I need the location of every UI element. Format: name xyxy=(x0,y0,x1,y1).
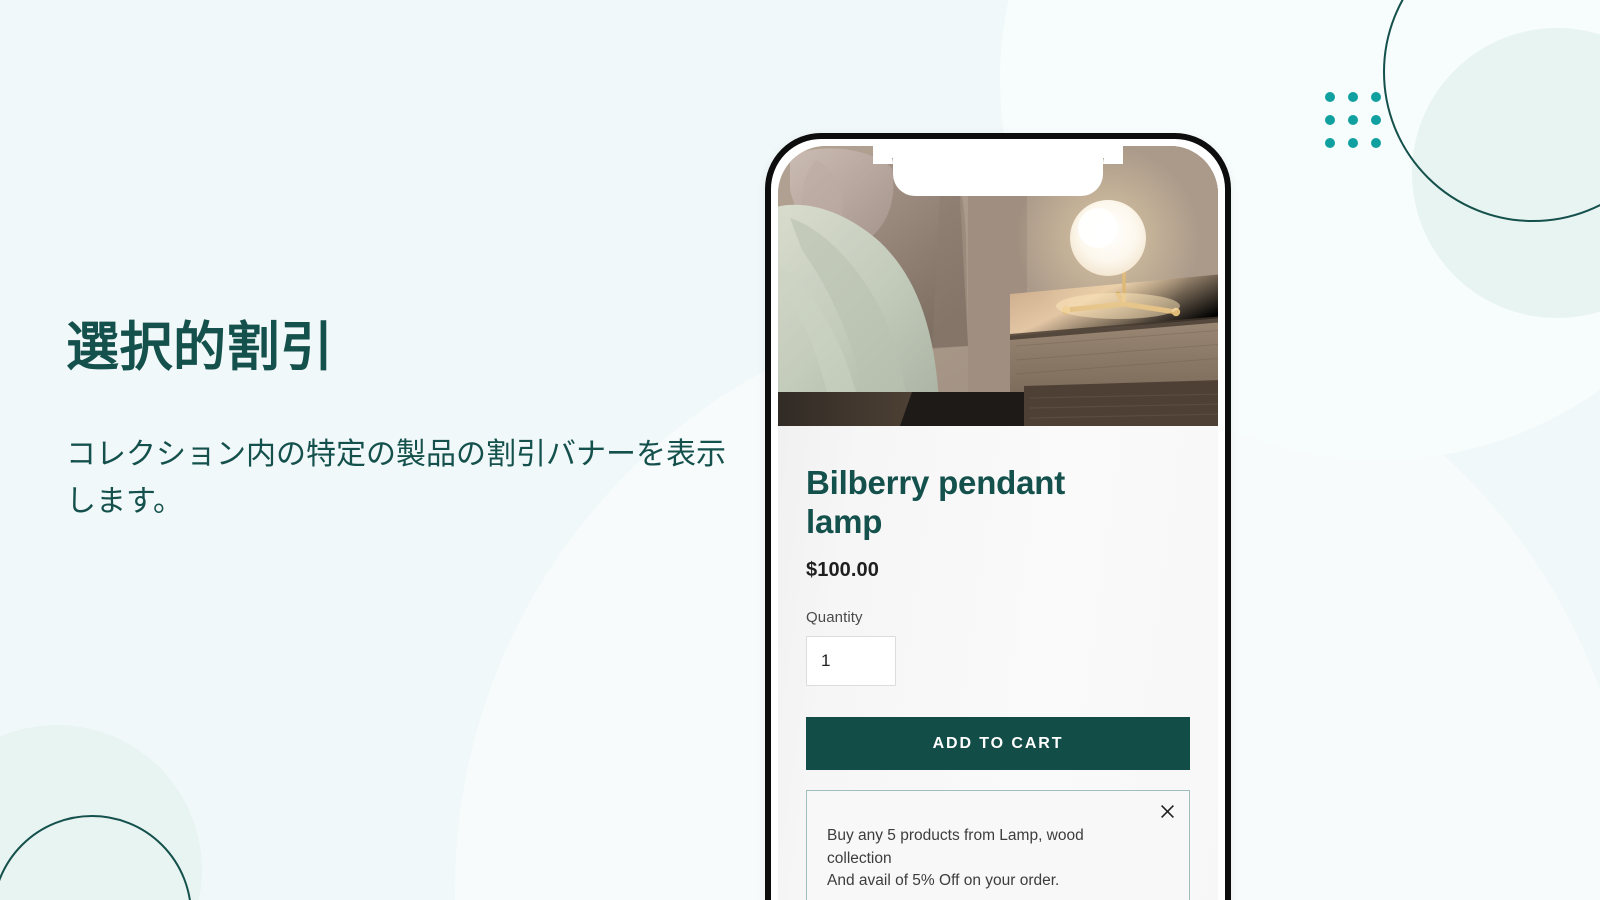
dot xyxy=(1325,138,1335,148)
discount-banner-text: Buy any 5 products from Lamp, wood colle… xyxy=(827,825,1149,892)
dot xyxy=(1371,92,1381,102)
dot xyxy=(1348,92,1358,102)
product-price: $100.00 xyxy=(806,559,879,582)
marketing-copy: 選択的割引 コレクション内の特定の製品の割引バナーを表示します。 xyxy=(66,318,766,526)
quantity-label: Quantity xyxy=(806,609,863,627)
page-title: 選択的割引 xyxy=(66,318,334,377)
product-title: Bilberry pendant lamp xyxy=(806,464,1066,540)
dot xyxy=(1348,138,1358,148)
discount-banner: Buy any 5 products from Lamp, wood colle… xyxy=(806,790,1190,900)
close-icon[interactable] xyxy=(1156,800,1178,822)
quantity-input[interactable] xyxy=(806,636,896,687)
dot xyxy=(1371,115,1381,125)
dot xyxy=(1371,138,1381,148)
discount-banner-line-2: And avail of 5% Off on your order. xyxy=(827,872,1060,890)
phone-mockup: Bilberry pendant lamp $100.00 Quantity A… xyxy=(765,133,1231,900)
phone-notch xyxy=(873,146,1123,196)
dot xyxy=(1325,115,1335,125)
page-description: コレクション内の特定の製品の割引バナーを表示します。 xyxy=(66,437,726,519)
discount-banner-line-1: Buy any 5 products from Lamp, wood colle… xyxy=(827,827,1084,867)
dot-grid-3x3-icon xyxy=(1325,92,1381,148)
product-detail: Bilberry pendant lamp $100.00 Quantity A… xyxy=(778,426,1218,900)
dot xyxy=(1348,115,1358,125)
add-to-cart-button[interactable]: ADD TO CART xyxy=(806,717,1190,771)
product-photo xyxy=(778,146,1218,426)
phone-screen: Bilberry pendant lamp $100.00 Quantity A… xyxy=(778,146,1218,900)
dot xyxy=(1325,92,1335,102)
